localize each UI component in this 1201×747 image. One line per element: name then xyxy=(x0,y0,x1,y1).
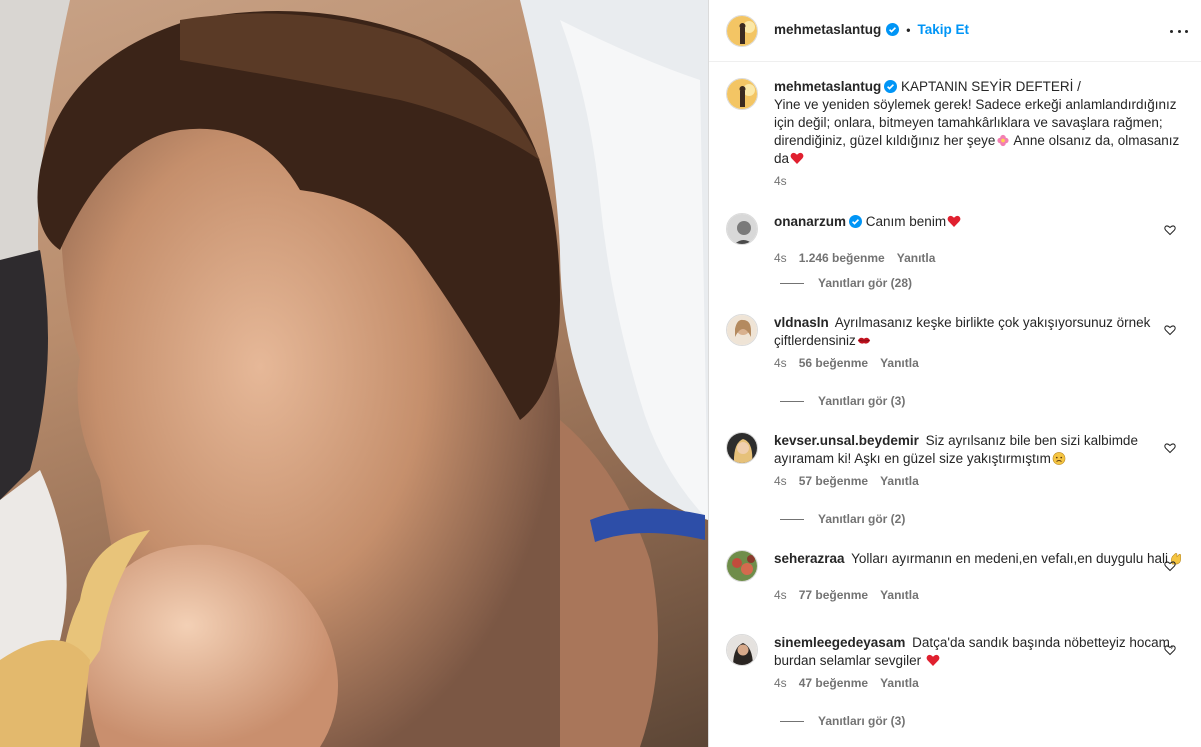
comment-item: onanarzum Canım benim 4s 1.246 beğenme Y… xyxy=(726,213,1186,265)
caption-time[interactable]: 4s xyxy=(774,174,787,188)
comment-meta: 4s 47 beğenme Yanıtla xyxy=(774,676,1186,690)
comment-time[interactable]: 4s xyxy=(774,251,787,265)
comment-avatar[interactable] xyxy=(726,550,758,582)
replies-line xyxy=(780,518,804,520)
comments-panel: mehmetaslantug • Takip Et mehmetaslantug… xyxy=(708,0,1201,747)
caption-username[interactable]: mehmetaslantug xyxy=(774,79,881,94)
caption-meta: 4s xyxy=(774,174,1186,188)
view-replies-label: Yanıtları gör (3) xyxy=(818,394,906,408)
comment-text: kevser.unsal.beydemir Siz ayrılsanız bil… xyxy=(774,432,1184,468)
caption-title: KAPTANIN SEYİR DEFTERİ / xyxy=(901,79,1081,94)
heart-outline-icon[interactable] xyxy=(1164,644,1176,656)
header-user-row: mehmetaslantug • Takip Et xyxy=(774,22,969,37)
comment-time[interactable]: 4s xyxy=(774,588,787,602)
heart-emoji-icon xyxy=(926,654,940,666)
lips-emoji-icon xyxy=(857,337,870,344)
photo-illustration xyxy=(0,0,708,747)
comment-username[interactable]: onanarzum xyxy=(774,214,846,229)
replies-line xyxy=(780,282,804,284)
comment-item: sinemleegedeyasam Datça'da sandık başınd… xyxy=(726,634,1186,690)
replies-line xyxy=(780,720,804,722)
comment-item: kevser.unsal.beydemir Siz ayrılsanız bil… xyxy=(726,432,1186,488)
view-replies-label: Yanıtları gör (28) xyxy=(818,276,913,290)
comment-item: seherazraa Yolları ayırmanın en medeni,e… xyxy=(726,550,1186,602)
reply-button[interactable]: Yanıtla xyxy=(897,251,936,265)
view-replies-button[interactable]: Yanıtları gör (28) xyxy=(780,276,912,290)
verified-badge-icon xyxy=(884,80,898,93)
flower-emoji-icon xyxy=(997,134,1009,147)
comment-meta: 4s 56 beğenme Yanıtla xyxy=(774,356,1186,370)
view-replies-button[interactable]: Yanıtları gör (2) xyxy=(780,512,905,526)
reply-button[interactable]: Yanıtla xyxy=(880,474,919,488)
post-caption: mehmetaslantug KAPTANIN SEYİR DEFTERİ / … xyxy=(726,78,1186,188)
verified-badge-icon xyxy=(886,23,900,36)
more-options-icon[interactable] xyxy=(1170,24,1188,38)
comment-time[interactable]: 4s xyxy=(774,474,787,488)
comment-avatar[interactable] xyxy=(726,314,758,346)
comment-body: Canım benim xyxy=(865,214,947,229)
comment-likes[interactable]: 77 beğenme xyxy=(799,588,868,602)
heart-outline-icon[interactable] xyxy=(1164,442,1176,454)
comment-item: vldnasln Ayrılmasanız keşke birlikte çok… xyxy=(726,314,1186,370)
comment-likes[interactable]: 57 beğenme xyxy=(799,474,868,488)
comment-meta: 4s 57 beğenme Yanıtla xyxy=(774,474,1186,488)
follow-button[interactable]: Takip Et xyxy=(917,22,969,37)
view-replies-button[interactable]: Yanıtları gör (3) xyxy=(780,394,905,408)
comment-body: Yolları ayırmanın en medeni,en vefalı,en… xyxy=(851,551,1169,566)
comment-avatar[interactable] xyxy=(726,432,758,464)
reply-button[interactable]: Yanıtla xyxy=(880,676,919,690)
reply-button[interactable]: Yanıtla xyxy=(880,588,919,602)
heart-outline-icon[interactable] xyxy=(1164,224,1176,236)
caption-text: mehmetaslantug KAPTANIN SEYİR DEFTERİ / … xyxy=(774,78,1184,168)
caption-avatar[interactable] xyxy=(726,78,758,110)
post-header: mehmetaslantug • Takip Et xyxy=(709,0,1201,62)
replies-line xyxy=(780,400,804,402)
comment-time[interactable]: 4s xyxy=(774,356,787,370)
author-username[interactable]: mehmetaslantug xyxy=(774,22,881,37)
author-avatar[interactable] xyxy=(726,15,758,47)
comment-avatar[interactable] xyxy=(726,213,758,245)
comment-likes[interactable]: 47 beğenme xyxy=(799,676,868,690)
comment-body: Ayrılmasanız keşke birlikte çok yakışıyo… xyxy=(774,315,1151,348)
post-photo[interactable] xyxy=(0,0,708,747)
comment-text: onanarzum Canım benim xyxy=(774,213,1184,245)
sad-face-emoji-icon xyxy=(1052,452,1066,465)
heart-outline-icon[interactable] xyxy=(1164,324,1176,336)
view-replies-label: Yanıtları gör (2) xyxy=(818,512,906,526)
comment-likes[interactable]: 56 beğenme xyxy=(799,356,868,370)
comment-username[interactable]: kevser.unsal.beydemir xyxy=(774,433,919,448)
comment-text: seherazraa Yolları ayırmanın en medeni,e… xyxy=(774,550,1184,582)
comment-time[interactable]: 4s xyxy=(774,676,787,690)
view-replies-label: Yanıtları gör (3) xyxy=(818,714,906,728)
comment-text: sinemleegedeyasam Datça'da sandık başınd… xyxy=(774,634,1184,670)
comment-meta: 4s 1.246 beğenme Yanıtla xyxy=(774,251,1186,265)
comment-username[interactable]: seherazraa xyxy=(774,551,845,566)
verified-badge-icon xyxy=(849,215,863,228)
comment-avatar[interactable] xyxy=(726,634,758,666)
separator-dot: • xyxy=(906,22,911,37)
comment-meta: 4s 77 beğenme Yanıtla xyxy=(774,588,1186,602)
heart-outline-icon[interactable] xyxy=(1164,560,1176,572)
comment-username[interactable]: sinemleegedeyasam xyxy=(774,635,905,650)
heart-emoji-icon xyxy=(947,215,961,227)
comment-username[interactable]: vldnasln xyxy=(774,315,829,330)
post-modal: mehmetaslantug • Takip Et mehmetaslantug… xyxy=(0,0,1201,747)
view-replies-button[interactable]: Yanıtları gör (3) xyxy=(780,714,905,728)
reply-button[interactable]: Yanıtla xyxy=(880,356,919,370)
heart-emoji-icon xyxy=(790,152,804,164)
comment-likes[interactable]: 1.246 beğenme xyxy=(799,251,885,265)
comment-text: vldnasln Ayrılmasanız keşke birlikte çok… xyxy=(774,314,1184,350)
